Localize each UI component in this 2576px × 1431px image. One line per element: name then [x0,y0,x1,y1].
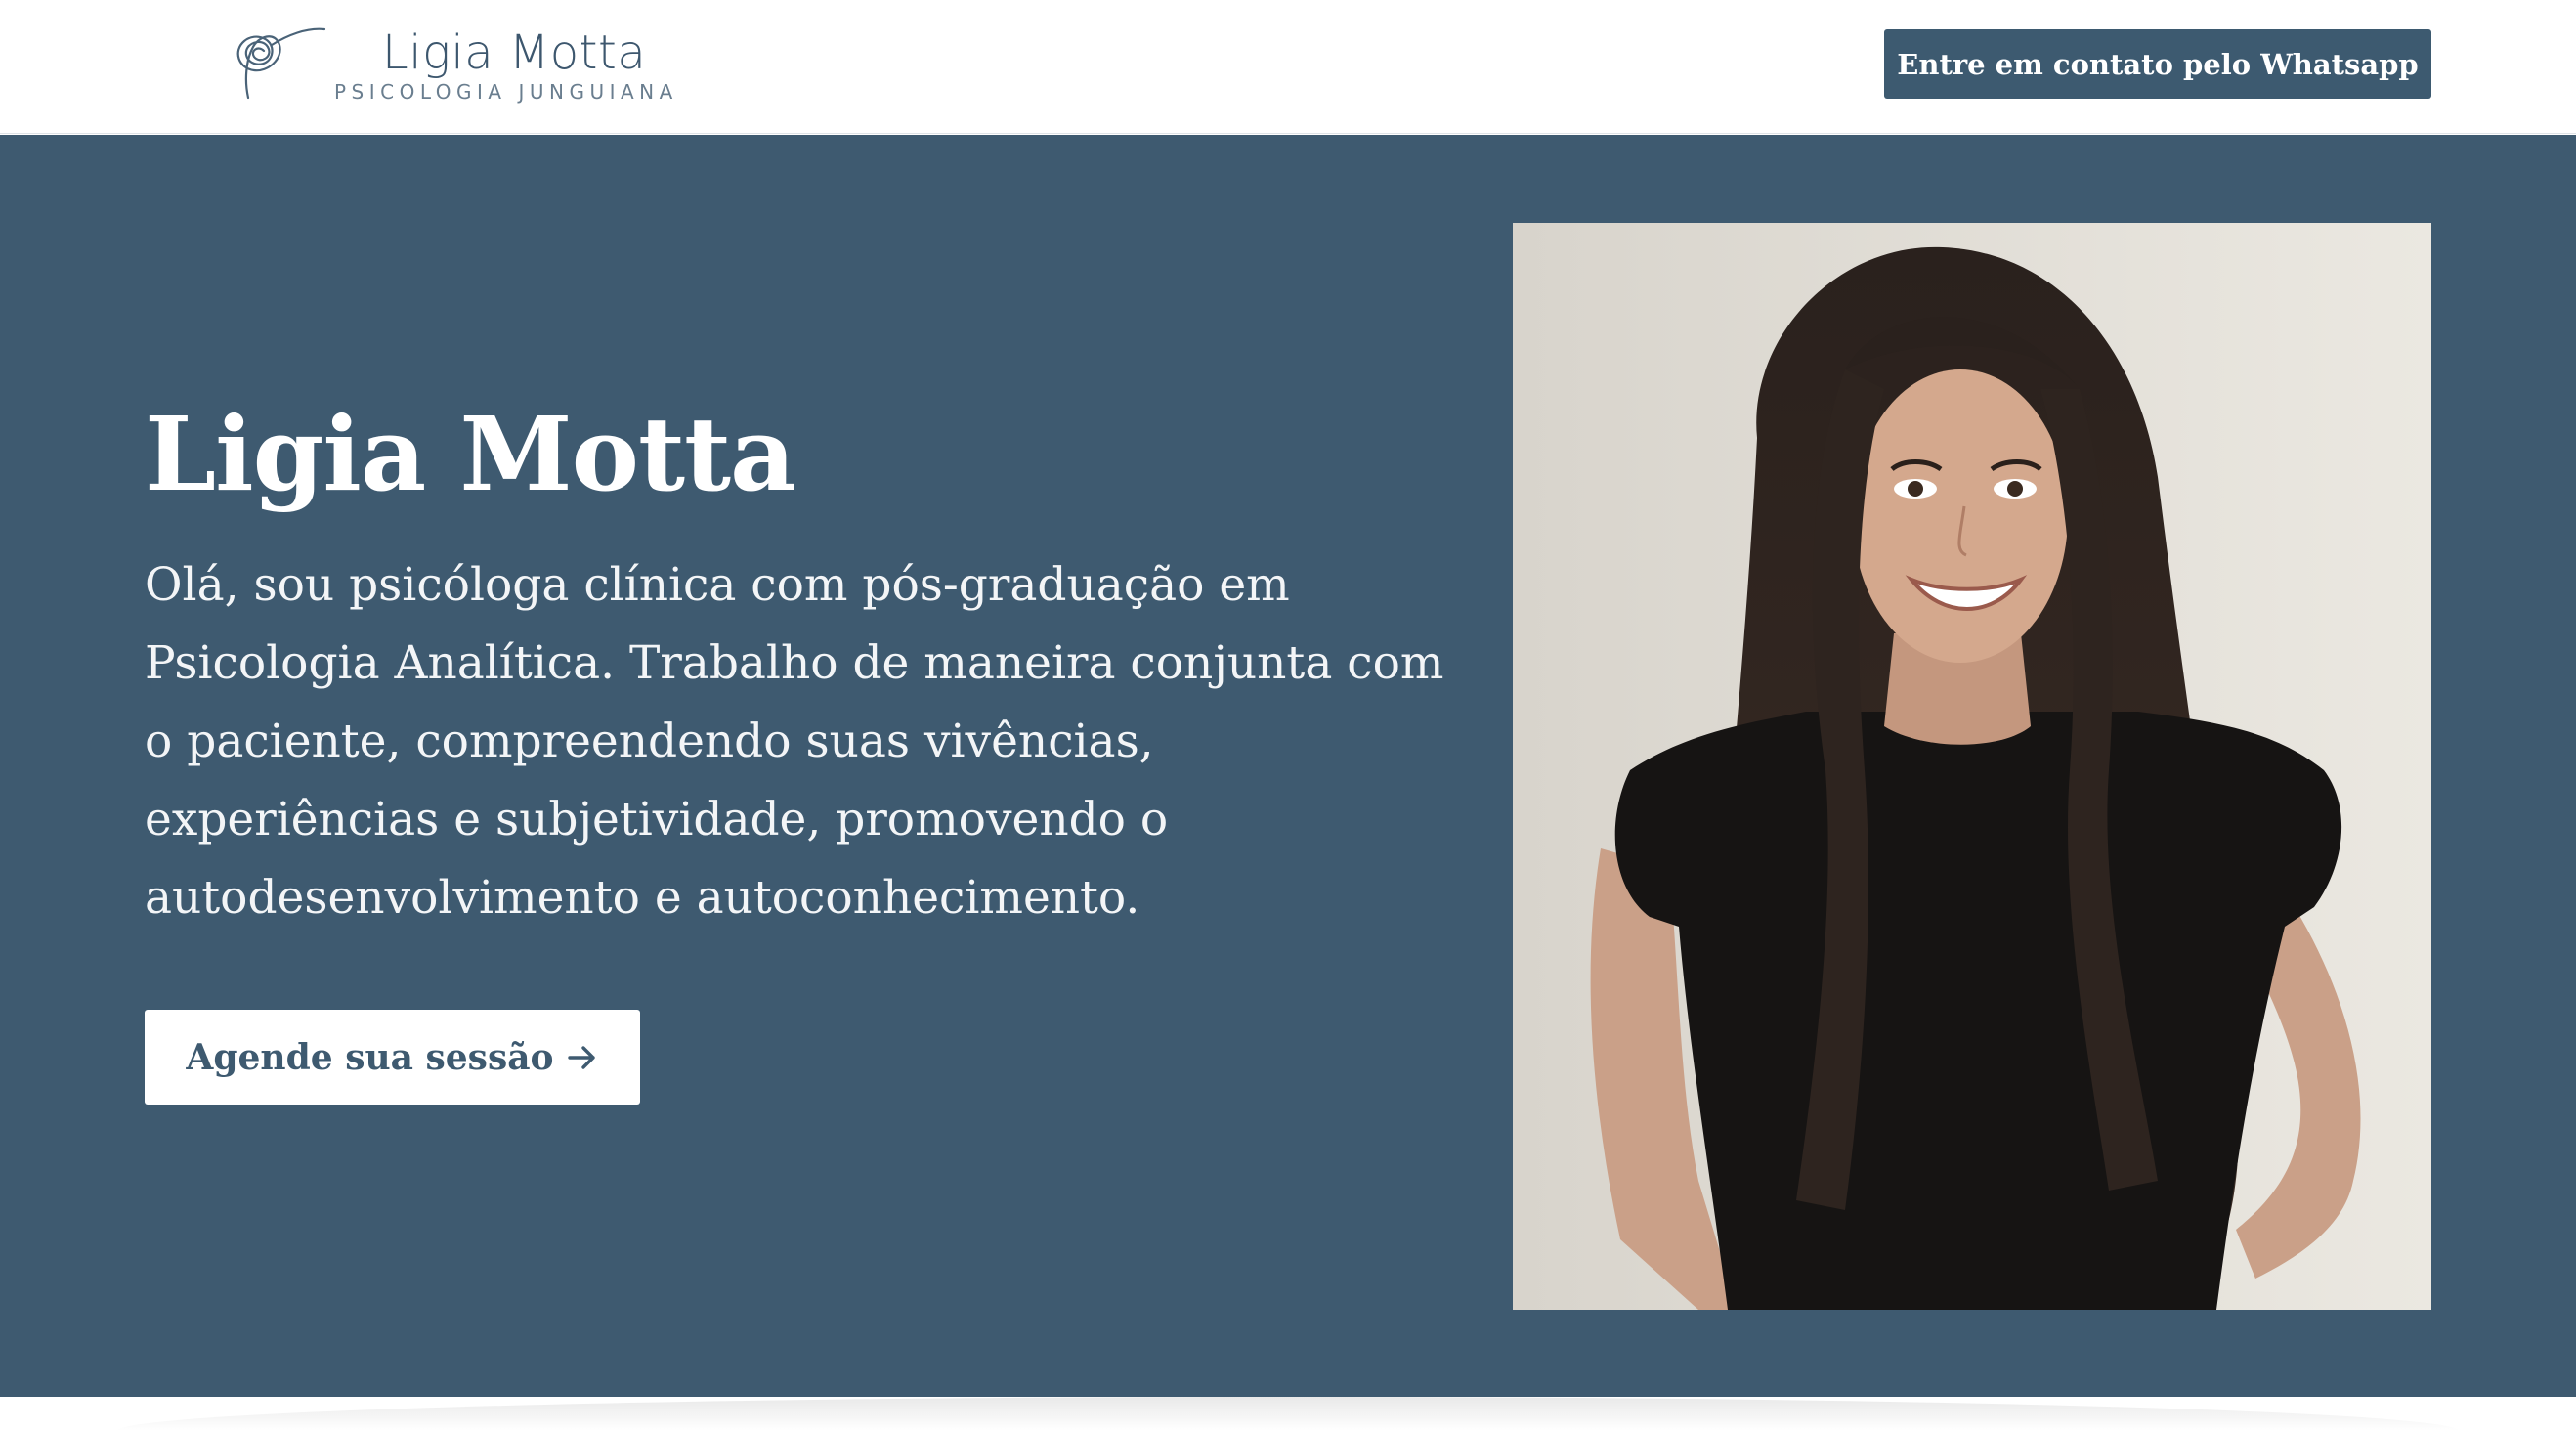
arrow-right-icon [567,1045,595,1069]
schedule-session-button[interactable]: Agende sua sessão [145,1010,640,1105]
portrait-photo [1513,223,2431,1310]
hero-title: Ligia Motta [145,394,795,514]
logo-name: Ligia Motta [382,25,647,80]
hero-description: Olá, sou psicóloga clínica com pós-gradu… [145,558,1444,925]
portrait-illustration [1513,223,2431,1310]
schedule-session-label: Agende sua sessão [186,1036,554,1078]
hero-section: Ligia Motta Olá, sou psicóloga clínica c… [0,135,2576,1397]
logo-scribble-icon [236,27,326,100]
logo-tagline: PSICOLOGIA JUNGUIANA [334,80,678,104]
site-logo[interactable]: Ligia Motta PSICOLOGIA JUNGUIANA [219,22,688,109]
top-navigation-bar: Ligia Motta PSICOLOGIA JUNGUIANA Entre e… [0,0,2576,134]
next-section-edge [0,1397,2576,1431]
whatsapp-contact-button[interactable]: Entre em contato pelo Whatsapp [1884,29,2431,99]
section-divider-shadow [117,1397,2459,1431]
